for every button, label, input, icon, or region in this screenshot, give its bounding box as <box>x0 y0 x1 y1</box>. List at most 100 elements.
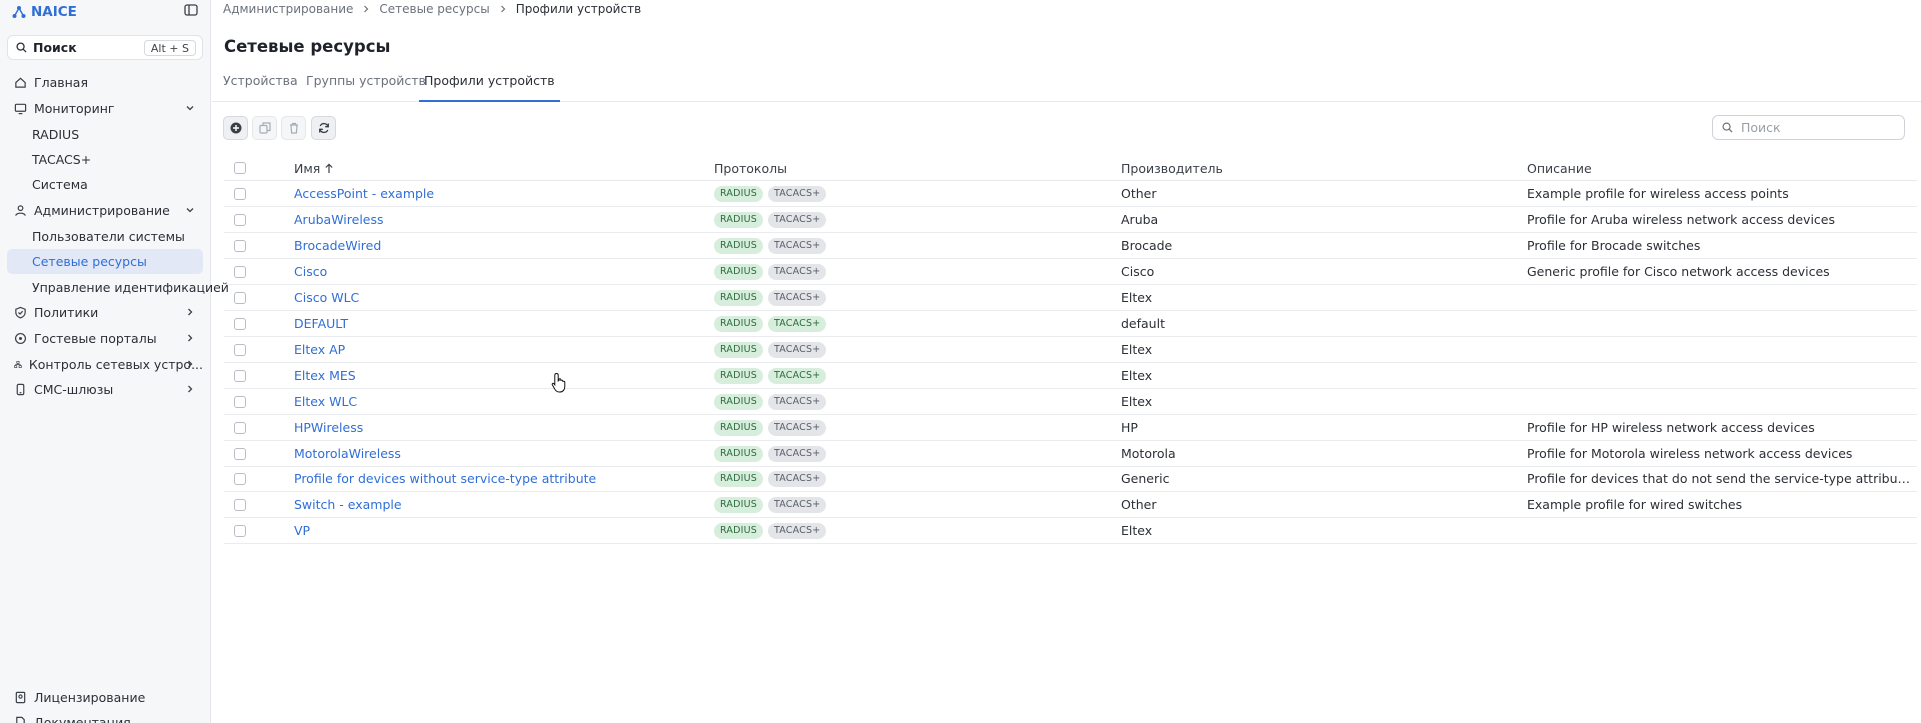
table-row[interactable]: Eltex AP RADIUS TACACS+ Eltex <box>224 337 1917 363</box>
row-checkbox[interactable] <box>234 499 246 512</box>
row-checkbox[interactable] <box>234 395 246 408</box>
column-desc-header[interactable]: Описание <box>1527 161 1592 176</box>
select-all-checkbox[interactable] <box>234 162 246 174</box>
row-checkbox[interactable] <box>234 343 246 356</box>
row-checkbox[interactable] <box>234 213 246 226</box>
table-row[interactable]: HPWireless RADIUS TACACS+ HP Profile for HP … <box>224 415 1917 441</box>
table-row[interactable]: VP RADIUS TACACS+ Eltex <box>224 518 1917 545</box>
nav-sms-label: СМС-шлюзы <box>34 382 114 397</box>
table-row[interactable]: Cisco WLC RADIUS TACACS+ Eltex <box>224 285 1917 311</box>
delete-button[interactable] <box>281 116 306 140</box>
profile-name-link[interactable]: Eltex AP <box>294 342 674 357</box>
nav-system-users[interactable]: Пользователи системы <box>7 224 203 249</box>
tab-device-groups[interactable]: Группы устройств <box>301 74 431 102</box>
table-row[interactable]: Profile for devices without service-type… <box>224 466 1917 493</box>
nav-radius[interactable]: RADIUS <box>7 122 203 147</box>
table-row[interactable]: DEFAULT RADIUS TACACS+ default <box>224 311 1917 337</box>
profile-name-link[interactable]: Switch - example <box>294 497 674 512</box>
table-row[interactable]: Cisco RADIUS TACACS+ Cisco Generic profile f… <box>224 259 1917 285</box>
profile-name-link[interactable]: AccessPoint - example <box>294 186 674 201</box>
nav-network-resources[interactable]: Сетевые ресурсы <box>7 249 203 274</box>
radius-badge: RADIUS <box>714 237 764 254</box>
chevron-right-icon <box>188 308 193 316</box>
table-row[interactable]: MotorolaWireless RADIUS TACACS+ Motorola Pro… <box>224 441 1917 467</box>
table-row[interactable]: BrocadeWired RADIUS TACACS+ Brocade Profile … <box>224 233 1917 259</box>
row-checkbox[interactable] <box>234 239 246 252</box>
sidebar-collapse-icon[interactable] <box>183 2 199 18</box>
nav-policies[interactable]: Политики <box>7 300 203 325</box>
row-checkbox[interactable] <box>234 525 246 538</box>
table-search-input[interactable] <box>1741 120 1891 135</box>
nav-docs[interactable]: Документация <box>7 710 203 723</box>
plus-circle-icon <box>230 122 241 134</box>
naice-logo-icon <box>12 6 26 18</box>
description-cell: Profile for Aruba wireless network acces… <box>1527 211 1835 227</box>
nav-docs-label: Документация <box>34 715 131 723</box>
profile-name-link[interactable]: Eltex MES <box>294 368 674 383</box>
app-logo[interactable]: NAICE <box>12 3 77 21</box>
row-checkbox[interactable] <box>234 447 246 460</box>
maker-cell: Other <box>1121 497 1157 513</box>
row-checkbox[interactable] <box>234 421 246 434</box>
row-checkbox[interactable] <box>234 265 246 278</box>
license-icon <box>15 691 26 704</box>
radius-badge: RADIUS <box>714 393 764 410</box>
profile-name-link[interactable]: Cisco WLC <box>294 290 674 305</box>
nav-network-device-control[interactable]: Контроль сетевых устро... <box>7 352 203 377</box>
nav-tacacs[interactable]: TACACS+ <box>7 147 203 172</box>
table-row[interactable]: ArubaWireless RADIUS TACACS+ Aruba Profile f… <box>224 207 1917 233</box>
row-checkbox[interactable] <box>234 188 246 200</box>
row-checkbox[interactable] <box>234 317 246 330</box>
refresh-button[interactable] <box>311 116 336 140</box>
profile-name-link[interactable]: Eltex WLC <box>294 394 674 409</box>
nav-system[interactable]: Система <box>7 172 203 197</box>
profile-name-link[interactable]: Cisco <box>294 264 674 279</box>
row-checkbox[interactable] <box>234 291 246 304</box>
nav-guest-portals[interactable]: Гостевые порталы <box>7 326 203 351</box>
nav-home[interactable]: Главная <box>7 70 203 95</box>
column-maker-header[interactable]: Производитель <box>1121 161 1223 176</box>
table-row[interactable]: Eltex WLC RADIUS TACACS+ Eltex <box>224 389 1917 415</box>
breadcrumb-current: Профили устройств <box>515 2 642 16</box>
breadcrumb-admin[interactable]: Администрирование <box>223 2 353 16</box>
tabs: Устройства Группы устройств Профили устр… <box>212 68 1921 102</box>
nav-identity-management[interactable]: Управление идентификацией <box>7 275 229 300</box>
profile-name-link[interactable]: Profile for devices without service-type… <box>294 471 674 486</box>
table-row[interactable]: Eltex MES RADIUS TACACS+ Eltex <box>224 363 1917 389</box>
profile-name-link[interactable]: ArubaWireless <box>294 212 674 227</box>
breadcrumb: Администрирование Сетевые ресурсы Профил… <box>223 2 641 16</box>
tab-devices[interactable]: Устройства <box>218 74 303 102</box>
profile-name-link[interactable]: DEFAULT <box>294 316 674 331</box>
nav-licensing-label: Лицензирование <box>34 690 146 705</box>
chevron-right-icon <box>500 5 506 13</box>
table-row[interactable]: Switch - example RADIUS TACACS+ Other Exampl… <box>224 492 1917 519</box>
chevron-right-icon <box>364 5 369 13</box>
column-name-header[interactable]: Имя <box>294 161 334 176</box>
global-search[interactable]: Поиск Alt + S <box>7 35 203 60</box>
profile-name-link[interactable]: HPWireless <box>294 420 674 435</box>
trash-icon <box>289 122 298 134</box>
radius-badge: RADIUS <box>714 289 764 306</box>
nav-monitoring[interactable]: Мониторинг <box>7 96 203 121</box>
table-row[interactable]: AccessPoint - example RADIUS TACACS+ Other E… <box>224 181 1917 207</box>
profile-name-link[interactable]: BrocadeWired <box>294 238 674 253</box>
profile-name-link[interactable]: VP <box>294 523 674 538</box>
user-icon <box>15 205 26 216</box>
nav-admin[interactable]: Администрирование <box>7 198 203 223</box>
maker-cell: Aruba <box>1121 211 1159 227</box>
tacacs-badge: TACACS+ <box>768 497 827 514</box>
copy-icon <box>258 122 271 134</box>
add-button[interactable] <box>223 116 248 140</box>
tab-device-profiles[interactable]: Профили устройств <box>419 74 560 102</box>
profile-name-link[interactable]: MotorolaWireless <box>294 446 674 461</box>
table-search[interactable] <box>1712 115 1905 140</box>
search-shortcut: Alt + S <box>143 40 196 56</box>
copy-button[interactable] <box>252 116 277 140</box>
nav-sms-gateways[interactable]: СМС-шлюзы <box>7 377 203 402</box>
row-checkbox[interactable] <box>234 473 246 486</box>
nav-licensing[interactable]: Лицензирование <box>7 685 203 710</box>
sidebar: NAICE Поиск Alt + S Главная Мониторинг R… <box>0 0 229 723</box>
breadcrumb-network-resources[interactable]: Сетевые ресурсы <box>379 2 489 16</box>
tacacs-badge: TACACS+ <box>768 237 827 254</box>
row-checkbox[interactable] <box>234 369 246 382</box>
